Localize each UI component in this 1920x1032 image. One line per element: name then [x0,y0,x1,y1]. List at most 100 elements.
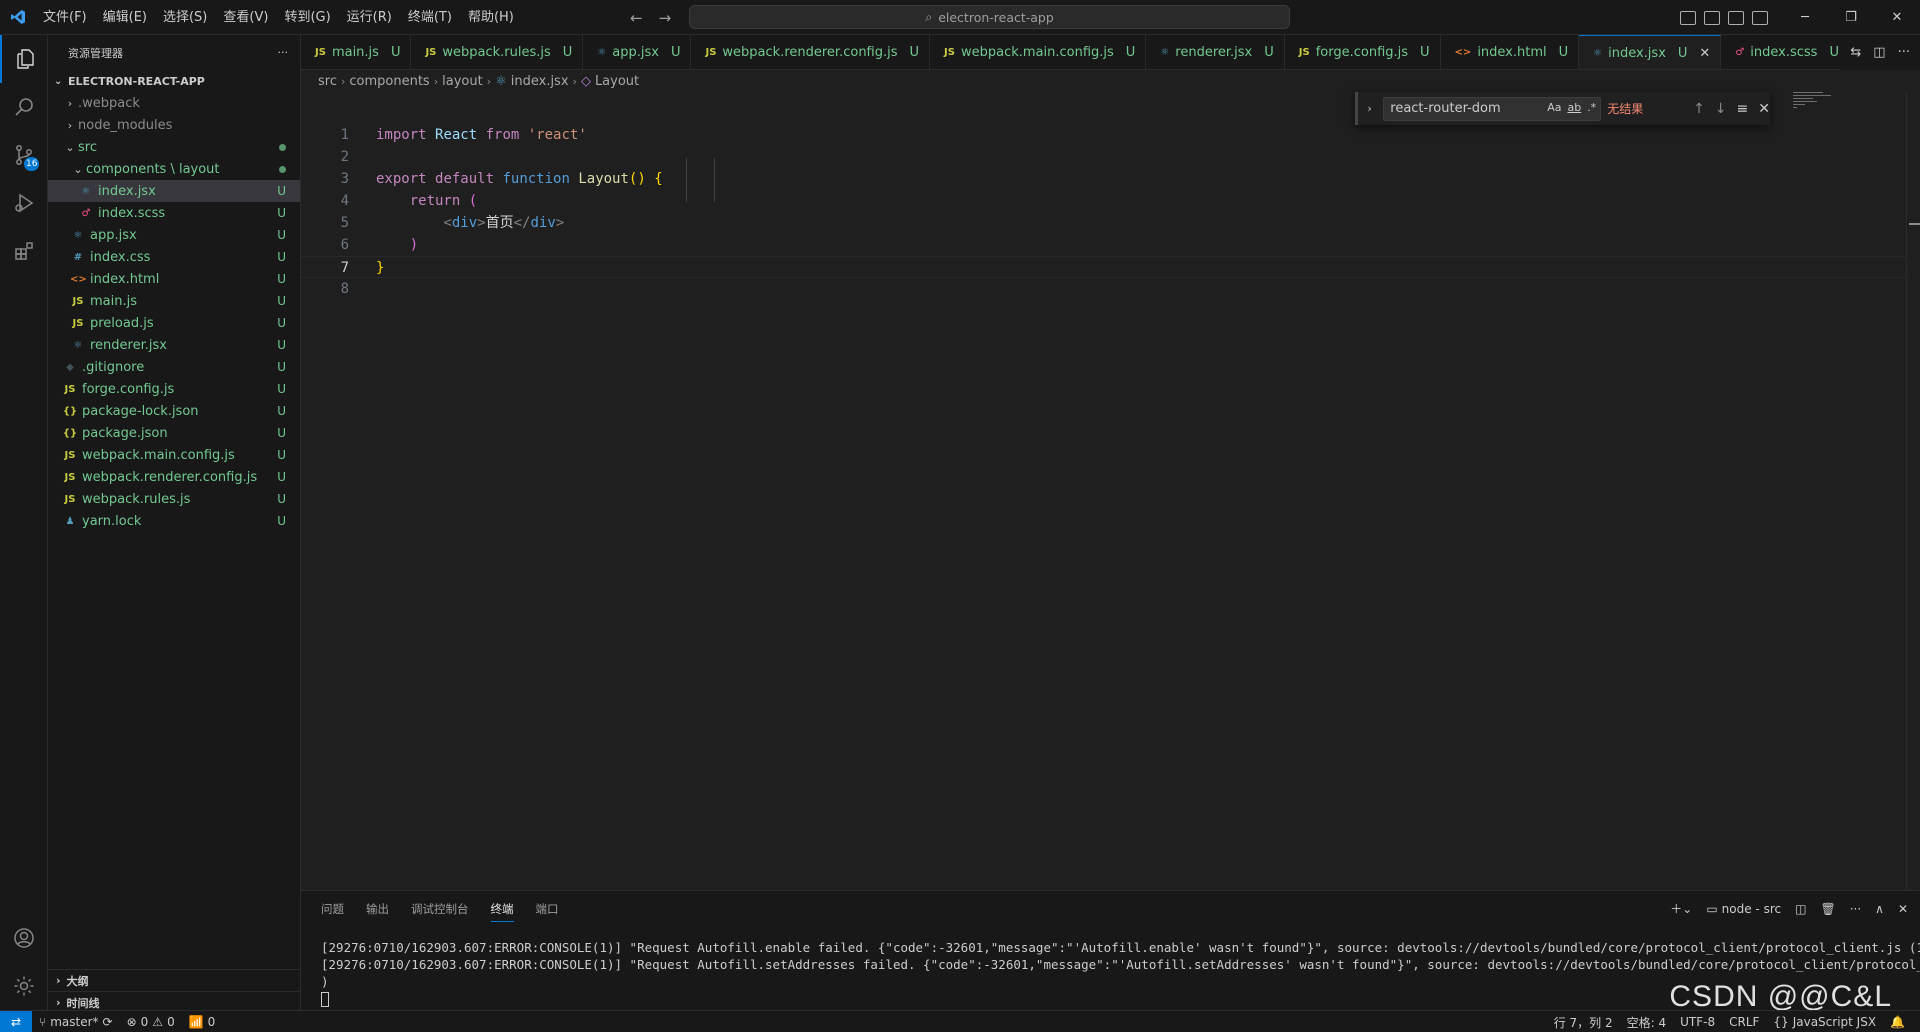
close-window-icon[interactable]: ✕ [1874,0,1920,35]
toggle-panel-icon[interactable] [1704,10,1720,25]
close-icon[interactable]: ✕ [1699,46,1710,61]
tab-output[interactable]: 输出 [366,901,389,917]
editor-tab[interactable]: ⚛ app.jsx U [583,35,692,69]
restore-icon[interactable]: ❐ [1828,0,1874,35]
editor-tab[interactable]: <> index.html U [1441,35,1580,69]
indentation[interactable]: 空格: 4 [1620,1011,1674,1032]
editor-tab[interactable]: JS webpack.rules.js U [411,35,584,69]
tree-item[interactable]: ⌄ src [48,136,300,158]
customize-layout-icon[interactable] [1752,10,1768,25]
source-control-icon[interactable]: 16 [0,131,48,179]
tree-item[interactable]: JS webpack.rules.js U [48,488,300,510]
more-actions-icon[interactable]: ··· [278,46,289,59]
tree-item[interactable]: › .webpack [48,92,300,114]
more-actions-icon[interactable]: ··· [1850,902,1861,916]
whole-word-toggle[interactable]: ab [1567,101,1581,114]
notifications-bell-icon[interactable]: 🔔 [1883,1011,1912,1032]
breadcrumb-file[interactable]: index.jsx [511,74,569,89]
compare-changes-icon[interactable]: ⇆ [1850,45,1861,60]
terminal-name[interactable]: node - src [1722,902,1781,916]
menu-terminal[interactable]: 终端(T) [400,0,460,35]
toggle-replace-chevron-icon[interactable]: › [1362,102,1377,115]
tree-item[interactable]: <> index.html U [48,268,300,290]
maximize-panel-icon[interactable]: ∧ [1875,902,1884,916]
split-terminal-icon[interactable]: ◫ [1795,902,1806,916]
problems-summary[interactable]: ⊗ 0 ⚠ 0 [120,1011,182,1032]
remote-indicator-icon[interactable]: ⇄ [0,1010,32,1032]
back-arrow-icon[interactable]: ← [630,9,643,27]
toggle-sidebar-icon[interactable] [1680,10,1696,25]
menu-run[interactable]: 运行(R) [339,0,400,35]
tree-item[interactable]: JS forge.config.js U [48,378,300,400]
next-match-icon[interactable]: ↓ [1715,101,1727,117]
extensions-icon[interactable] [0,227,48,275]
outline-section[interactable]: › 大纲 [48,969,301,991]
tab-ports[interactable]: 端口 [536,901,559,917]
breadcrumb-layout[interactable]: layout [442,74,483,89]
tree-item[interactable]: JS preload.js U [48,312,300,334]
editor-tab[interactable]: ⚛ renderer.jsx U [1146,35,1285,69]
editor-tab[interactable]: JS webpack.renderer.config.js U [691,35,931,69]
close-icon[interactable]: ✕ [1758,101,1770,117]
tree-item[interactable]: ⚛ renderer.jsx U [48,334,300,356]
menu-file[interactable]: 文件(F) [35,0,95,35]
tree-item[interactable]: {} package.json U [48,422,300,444]
git-branch[interactable]: ⑂ master* ⟳ [32,1011,120,1032]
tree-item[interactable]: ⚛ app.jsx U [48,224,300,246]
settings-gear-icon[interactable] [0,962,48,1010]
editor-tab[interactable]: JS forge.config.js U [1285,35,1441,69]
previous-match-icon[interactable]: ↑ [1693,101,1705,117]
toggle-secondary-sidebar-icon[interactable] [1728,10,1744,25]
breadcrumb-src[interactable]: src [318,74,337,89]
code-editor[interactable]: 1 import React from 'react' 2 3 export def… [301,92,1906,890]
editor-tab[interactable]: ⚛ index.jsx U ✕ [1579,35,1722,69]
breadcrumb-components[interactable]: components [349,74,429,89]
find-in-selection-icon[interactable]: ≡ [1737,101,1749,117]
kill-terminal-icon[interactable]: 🗑 [1820,902,1835,916]
tab-debug-console[interactable]: 调试控制台 [411,901,469,917]
minimap[interactable] [1793,92,1833,112]
menu-view[interactable]: 查看(V) [215,0,276,35]
split-editor-icon[interactable]: ◫ [1873,45,1885,60]
tree-item[interactable]: JS webpack.main.config.js U [48,444,300,466]
tab-terminal[interactable]: 终端 [490,901,514,922]
close-panel-icon[interactable]: ✕ [1898,902,1908,916]
menu-help[interactable]: 帮助(H) [460,0,522,35]
menu-go[interactable]: 转到(G) [276,0,338,35]
tab-problems[interactable]: 问题 [321,901,344,917]
search-icon[interactable] [0,83,48,131]
minimize-icon[interactable]: ─ [1782,0,1828,35]
tree-item[interactable]: ◆ .gitignore U [48,356,300,378]
encoding[interactable]: UTF-8 [1673,1011,1722,1032]
account-icon[interactable] [0,914,48,962]
project-folder-header[interactable]: ⌄ ELECTRON-REACT-APP [48,70,300,92]
tree-item[interactable]: › node_modules [48,114,300,136]
language-mode[interactable]: {} JavaScript JSX [1766,1011,1883,1032]
tree-item[interactable]: ⚛ index.jsx U [48,180,300,202]
new-terminal-icon[interactable]: ＋⌄ [1670,900,1692,917]
tree-item[interactable]: ⌄ components \ layout [48,158,300,180]
tree-item[interactable]: ♂ index.scss U [48,202,300,224]
explorer-icon[interactable] [0,35,48,83]
more-actions-icon[interactable]: ··· [1898,45,1910,60]
editor-tab[interactable]: JS main.js U [301,35,412,69]
editor-tab[interactable]: JS webpack.main.config.js U [930,35,1147,69]
ports-status[interactable]: 📶 0 [182,1011,223,1032]
forward-arrow-icon[interactable]: → [659,9,672,27]
editor-scrollbar[interactable] [1906,92,1920,890]
editor-tab[interactable]: ♂ index.scss U [1721,35,1850,69]
breadcrumb-symbol[interactable]: Layout [595,74,639,89]
tree-item[interactable]: JS webpack.renderer.config.js U [48,466,300,488]
menu-edit[interactable]: 编辑(E) [95,0,155,35]
tree-item[interactable]: JS main.js U [48,290,300,312]
command-center-search[interactable]: ⌕ electron-react-app [689,5,1290,29]
tree-item[interactable]: {} package-lock.json U [48,400,300,422]
end-of-line[interactable]: CRLF [1722,1011,1766,1032]
find-input[interactable]: react-router-dom Aa ab .* [1383,96,1602,121]
cursor-position[interactable]: 行 7，列 2 [1547,1011,1620,1032]
regex-toggle[interactable]: .* [1587,101,1596,114]
run-debug-icon[interactable] [0,179,48,227]
menu-selection[interactable]: 选择(S) [155,0,215,35]
match-case-toggle[interactable]: Aa [1547,101,1561,114]
tree-item[interactable]: # index.css U [48,246,300,268]
